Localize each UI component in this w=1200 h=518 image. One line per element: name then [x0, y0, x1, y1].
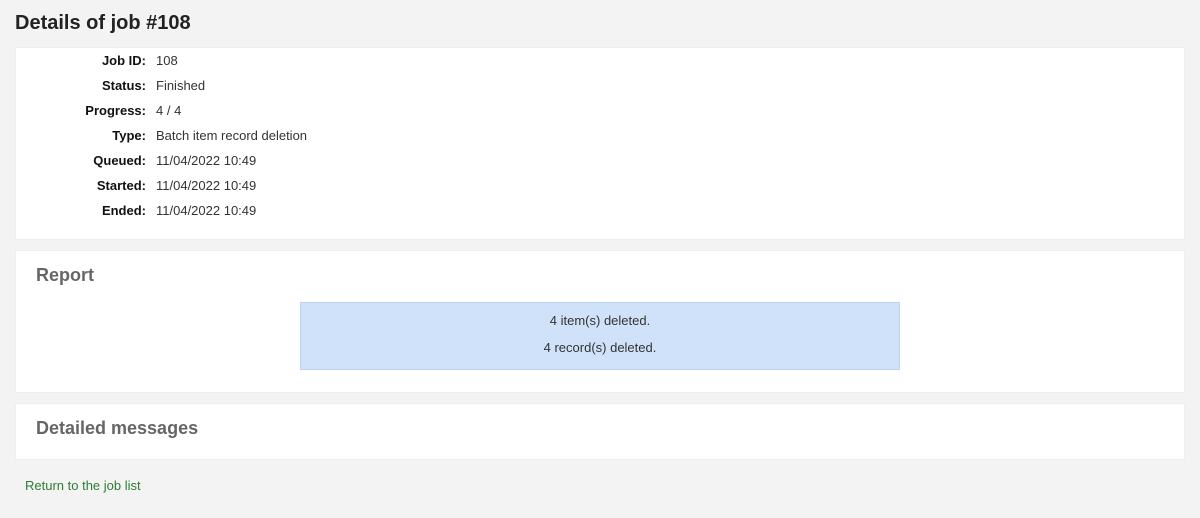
field-job-id: Job ID: 108	[36, 48, 1164, 73]
label-ended: Ended:	[36, 203, 156, 218]
detailed-messages-panel: Detailed messages	[15, 403, 1185, 460]
value-progress: 4 / 4	[156, 103, 181, 118]
detailed-messages-heading: Detailed messages	[36, 418, 1164, 439]
label-started: Started:	[36, 178, 156, 193]
return-to-job-list-link[interactable]: Return to the job list	[25, 478, 141, 493]
label-job-id: Job ID:	[36, 53, 156, 68]
field-started: Started: 11/04/2022 10:49	[36, 173, 1164, 198]
label-progress: Progress:	[36, 103, 156, 118]
report-panel: Report 4 item(s) deleted. 4 record(s) de…	[15, 250, 1185, 393]
field-type: Type: Batch item record deletion	[36, 123, 1164, 148]
value-job-id: 108	[156, 53, 178, 68]
value-queued: 11/04/2022 10:49	[156, 153, 256, 168]
field-ended: Ended: 11/04/2022 10:49	[36, 198, 1164, 223]
report-line-2: 4 record(s) deleted.	[313, 340, 887, 355]
value-status: Finished	[156, 78, 205, 93]
field-queued: Queued: 11/04/2022 10:49	[36, 148, 1164, 173]
report-message-box: 4 item(s) deleted. 4 record(s) deleted.	[300, 302, 900, 370]
label-type: Type:	[36, 128, 156, 143]
field-status: Status: Finished	[36, 73, 1164, 98]
report-heading: Report	[36, 265, 1164, 286]
field-progress: Progress: 4 / 4	[36, 98, 1164, 123]
label-queued: Queued:	[36, 153, 156, 168]
label-status: Status:	[36, 78, 156, 93]
value-ended: 11/04/2022 10:49	[156, 203, 256, 218]
report-line-1: 4 item(s) deleted.	[313, 313, 887, 328]
job-details-panel: Job ID: 108 Status: Finished Progress: 4…	[15, 47, 1185, 240]
value-started: 11/04/2022 10:49	[156, 178, 256, 193]
value-type: Batch item record deletion	[156, 128, 307, 143]
page-title: Details of job #108	[15, 12, 1185, 35]
